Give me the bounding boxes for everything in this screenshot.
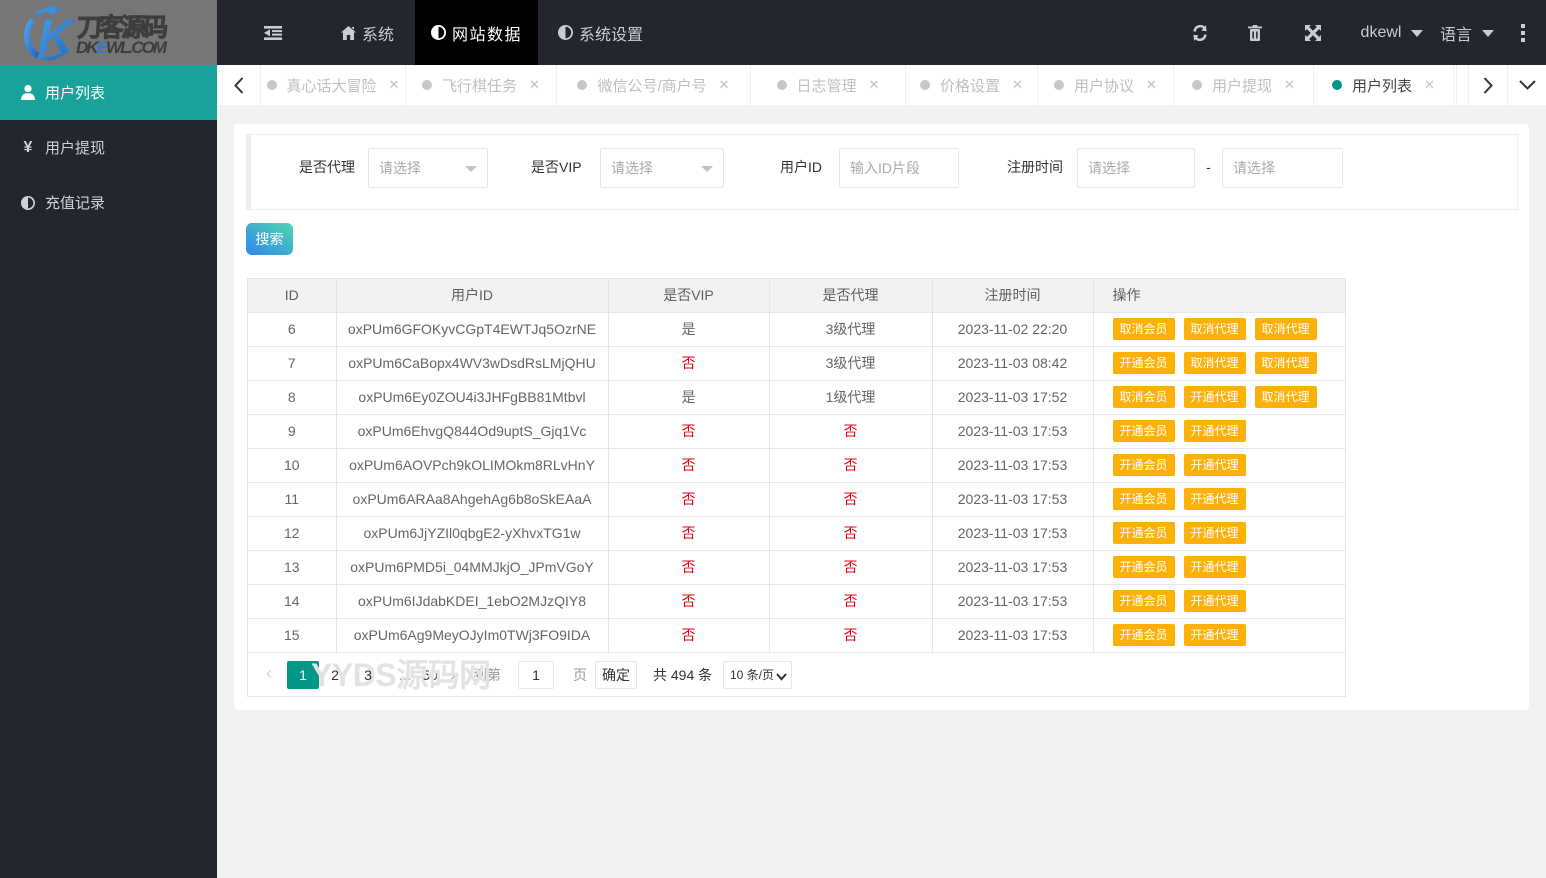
svg-text:K: K [38, 11, 76, 64]
svg-text:DKEWL.COM: DKEWL.COM [76, 38, 168, 57]
